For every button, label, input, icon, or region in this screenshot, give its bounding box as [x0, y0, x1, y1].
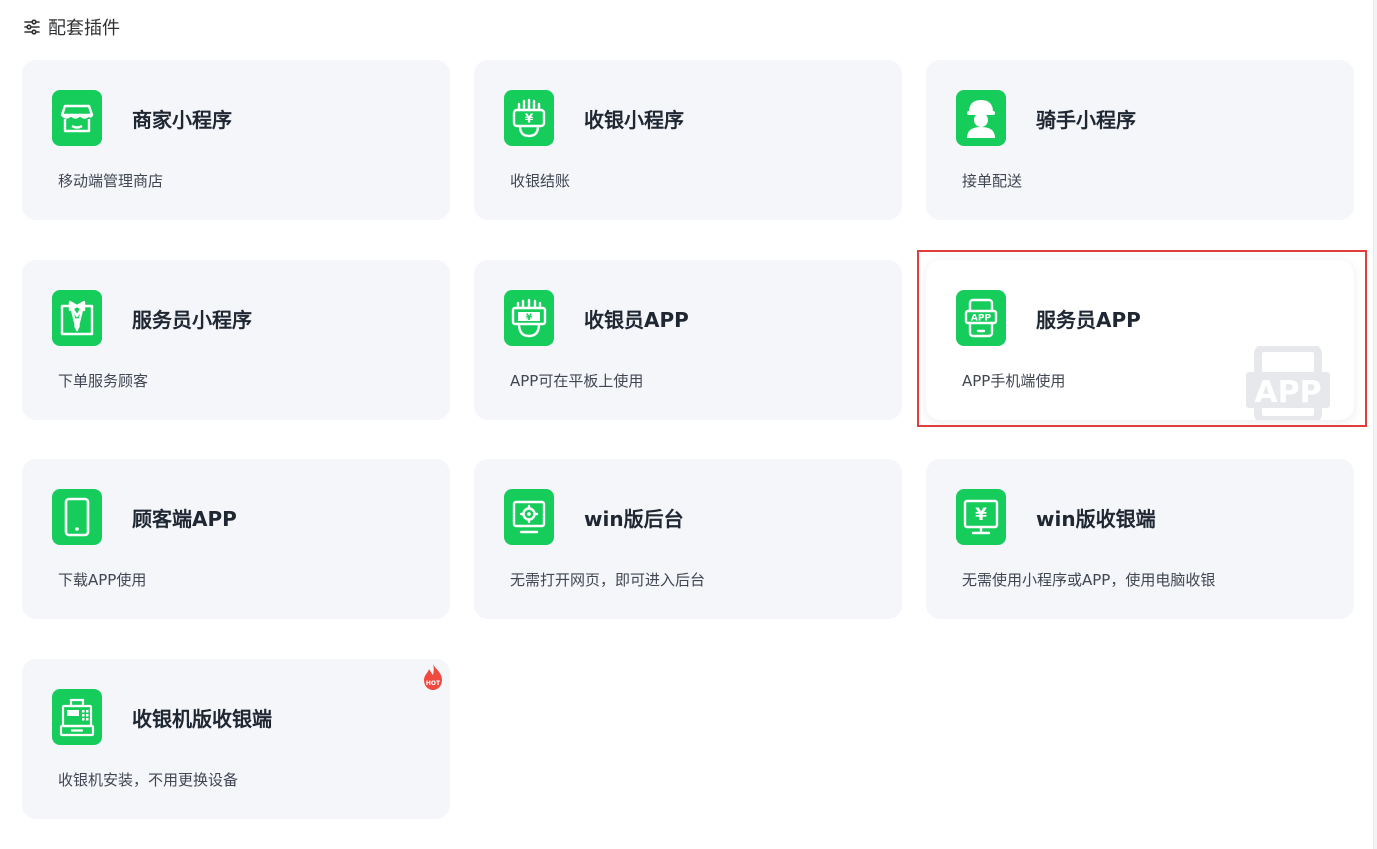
- plugin-desc: 收银结账: [510, 172, 571, 190]
- plugin-card-waiter-app[interactable]: APP 服务员APP APP手机端使用 APP: [926, 260, 1354, 420]
- app-watermark-icon: APP: [1246, 346, 1330, 420]
- cash-register-icon: [52, 689, 102, 745]
- hot-flame-icon: HOT: [424, 664, 442, 690]
- monitor-yen-icon: ¥: [956, 489, 1006, 545]
- section-header: 配套插件: [24, 14, 120, 40]
- svg-text:¥: ¥: [526, 313, 533, 323]
- sliders-icon: [24, 19, 40, 35]
- plugin-card-waiter-miniprogram[interactable]: 服务员小程序 下单服务顾客: [22, 260, 450, 420]
- svg-text:¥: ¥: [975, 505, 987, 525]
- plugin-title: 商家小程序: [132, 108, 232, 132]
- plugin-card-win-backend[interactable]: win版后台 无需打开网页，即可进入后台: [474, 459, 902, 619]
- plugin-card-win-cashier[interactable]: ¥ win版收银端 无需使用小程序或APP，使用电脑收银: [926, 459, 1354, 619]
- svg-text:APP: APP: [971, 314, 992, 324]
- tablet-icon: [52, 489, 102, 545]
- plugin-card-cashier-miniprogram[interactable]: ¥ 收银小程序 收银结账: [474, 60, 902, 220]
- plugin-desc: 移动端管理商店: [58, 172, 164, 190]
- plugin-card-customer-app[interactable]: 顾客端APP 下载APP使用: [22, 459, 450, 619]
- plugin-title: 服务员APP: [1036, 308, 1141, 332]
- plugins-panel: 配套插件 商家小程序 移动端管理商店 ¥ 收银小程序 收银结账 骑手小程序 接单…: [0, 0, 1374, 849]
- cashier-icon: ¥: [504, 90, 554, 146]
- plugin-card-rider-miniprogram[interactable]: 骑手小程序 接单配送: [926, 60, 1354, 220]
- plugin-desc: 下单服务顾客: [58, 372, 149, 390]
- section-title: 配套插件: [48, 18, 120, 39]
- store-icon: [52, 90, 102, 146]
- plugin-desc: 下载APP使用: [58, 571, 147, 589]
- plugin-title: win版后台: [584, 507, 684, 531]
- plugin-title: win版收银端: [1036, 507, 1156, 531]
- plugin-desc: APP可在平板上使用: [510, 372, 644, 390]
- plugin-desc: 收银机安装，不用更换设备: [58, 771, 239, 789]
- plugin-title: 收银机版收银端: [132, 707, 272, 731]
- plugin-card-cashier-app[interactable]: ¥ 收银员APP APP可在平板上使用: [474, 260, 902, 420]
- plugin-desc: 无需使用小程序或APP，使用电脑收银: [962, 571, 1216, 589]
- plugin-desc: 接单配送: [962, 172, 1023, 190]
- plugin-title: 收银小程序: [584, 108, 684, 132]
- phone-app-icon: APP: [956, 290, 1006, 346]
- svg-text:HOT: HOT: [426, 680, 441, 687]
- svg-text:¥: ¥: [525, 112, 534, 126]
- plugin-title: 顾客端APP: [132, 507, 237, 531]
- plugin-card-merchant-miniprogram[interactable]: 商家小程序 移动端管理商店: [22, 60, 450, 220]
- rider-icon: [956, 90, 1006, 146]
- monitor-gear-icon: [504, 489, 554, 545]
- cashier-app-icon: ¥: [504, 290, 554, 346]
- plugin-desc: APP手机端使用: [962, 372, 1066, 390]
- plugin-title: 骑手小程序: [1036, 108, 1136, 132]
- plugin-card-register-cashier[interactable]: 收银机版收银端 收银机安装，不用更换设备 HOT: [22, 659, 450, 819]
- waiter-icon: [52, 290, 102, 346]
- plugin-title: 服务员小程序: [132, 308, 252, 332]
- svg-text:APP: APP: [1254, 375, 1321, 410]
- plugin-title: 收银员APP: [584, 308, 689, 332]
- plugin-desc: 无需打开网页，即可进入后台: [510, 571, 706, 589]
